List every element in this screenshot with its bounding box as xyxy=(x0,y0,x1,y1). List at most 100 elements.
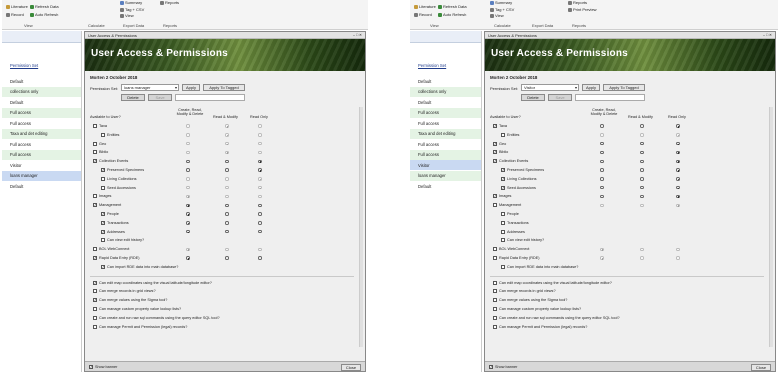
access-level-radio[interactable] xyxy=(225,256,229,260)
access-level-radio[interactable] xyxy=(225,177,229,181)
access-level-radio[interactable] xyxy=(225,150,229,155)
list-item[interactable]: Full access xyxy=(410,139,481,149)
access-level-radio[interactable] xyxy=(676,124,680,128)
list-item[interactable]: Full access xyxy=(410,118,481,128)
access-level-radio[interactable] xyxy=(258,124,262,128)
list-item[interactable]: Full access xyxy=(410,107,481,118)
access-level-radio[interactable] xyxy=(600,194,604,199)
access-level-radio[interactable] xyxy=(640,150,644,155)
access-level-radio[interactable] xyxy=(186,124,190,128)
module-checkbox[interactable] xyxy=(93,194,97,199)
access-level-radio[interactable] xyxy=(600,141,604,146)
access-level-radio[interactable] xyxy=(600,133,604,137)
access-level-radio[interactable] xyxy=(676,150,680,155)
access-level-radio[interactable] xyxy=(600,256,604,260)
literature-button[interactable]: Literature xyxy=(6,4,28,9)
option-checkbox[interactable] xyxy=(493,315,497,320)
access-level-radio[interactable] xyxy=(676,185,680,190)
access-level-radio[interactable] xyxy=(600,185,604,190)
module-checkbox[interactable] xyxy=(93,247,97,252)
module-checkbox[interactable] xyxy=(501,212,505,216)
access-level-radio[interactable] xyxy=(676,168,680,172)
option-checkbox[interactable] xyxy=(93,324,97,329)
option-checkbox[interactable] xyxy=(493,289,497,294)
record-button[interactable]: Record xyxy=(6,12,24,17)
access-level-radio[interactable] xyxy=(186,185,190,190)
access-level-radio[interactable] xyxy=(258,141,262,146)
module-checkbox[interactable]: ✓ xyxy=(501,168,505,172)
access-level-radio[interactable] xyxy=(225,247,229,252)
permission-set-name-input[interactable] xyxy=(575,94,645,101)
list-item[interactable]: Full access xyxy=(2,118,81,128)
access-level-radio[interactable] xyxy=(600,150,604,155)
list-item[interactable]: Default xyxy=(410,76,481,86)
print-preview-button[interactable]: Print Preview xyxy=(568,7,597,12)
access-level-radio[interactable] xyxy=(676,194,680,199)
option-checkbox[interactable] xyxy=(93,289,97,294)
access-level-radio[interactable] xyxy=(600,247,604,252)
list-item[interactable]: Default xyxy=(410,97,481,107)
module-checkbox[interactable] xyxy=(501,229,505,234)
module-checkbox[interactable]: ✓ xyxy=(93,203,97,208)
module-checkbox[interactable]: ✓ xyxy=(93,256,97,260)
module-checkbox[interactable] xyxy=(501,264,505,269)
access-level-radio[interactable] xyxy=(640,177,644,181)
access-level-radio[interactable] xyxy=(600,203,604,208)
module-checkbox[interactable] xyxy=(101,238,105,243)
option-checkbox[interactable] xyxy=(493,280,497,285)
access-level-radio[interactable] xyxy=(640,247,644,252)
access-level-radio[interactable] xyxy=(225,221,229,225)
list-item[interactable]: Default xyxy=(410,181,481,191)
permission-set-column-header[interactable]: Permission Set xyxy=(10,63,38,68)
list-item[interactable]: collections only xyxy=(2,86,81,97)
close-button[interactable]: Close xyxy=(751,363,771,371)
access-level-radio[interactable] xyxy=(676,159,680,164)
refresh-data-button[interactable]: Refresh Data xyxy=(438,4,467,9)
auto-refresh-button[interactable]: Auto Refresh xyxy=(30,12,58,17)
access-level-radio[interactable] xyxy=(225,168,229,172)
module-checkbox[interactable]: ✓ xyxy=(101,264,105,269)
list-item[interactable]: loans manager xyxy=(2,170,81,181)
refresh-data-button[interactable]: Refresh Data xyxy=(30,4,59,9)
show-banner-checkbox[interactable]: ✓ xyxy=(489,365,493,369)
auto-refresh-button[interactable]: Auto Refresh xyxy=(438,12,466,17)
access-level-radio[interactable] xyxy=(640,124,644,128)
module-checkbox[interactable]: ✓ xyxy=(101,168,105,172)
option-checkbox[interactable] xyxy=(493,324,497,329)
access-level-radio[interactable] xyxy=(640,141,644,146)
apply-to-tagged-button[interactable]: Apply To Tagged xyxy=(203,84,245,91)
module-checkbox[interactable] xyxy=(501,132,505,137)
view-button[interactable]: View xyxy=(120,13,134,18)
vertical-scrollbar[interactable] xyxy=(359,107,363,347)
access-level-radio[interactable] xyxy=(640,133,644,137)
module-checkbox[interactable]: ✓ xyxy=(493,124,497,128)
access-level-radio[interactable] xyxy=(186,203,190,208)
list-item[interactable]: Visitor xyxy=(410,160,481,170)
access-level-radio[interactable] xyxy=(676,203,680,208)
access-level-radio[interactable] xyxy=(600,168,604,172)
list-item[interactable]: Default xyxy=(2,76,81,86)
module-checkbox[interactable] xyxy=(493,247,497,252)
option-checkbox[interactable] xyxy=(93,307,97,311)
module-checkbox[interactable] xyxy=(101,185,105,190)
module-checkbox[interactable] xyxy=(93,150,97,155)
access-level-radio[interactable] xyxy=(186,159,190,164)
access-level-radio[interactable] xyxy=(258,168,262,172)
access-level-radio[interactable] xyxy=(186,256,190,260)
access-level-radio[interactable] xyxy=(640,159,644,164)
delete-button[interactable]: Delete xyxy=(121,94,145,101)
module-checkbox[interactable]: ✓ xyxy=(93,159,97,164)
module-checkbox[interactable]: ✓ xyxy=(501,176,505,181)
module-checkbox[interactable]: ✓ xyxy=(501,185,505,190)
access-level-radio[interactable] xyxy=(600,159,604,164)
access-level-radio[interactable] xyxy=(258,185,262,190)
permission-set-name-input[interactable] xyxy=(175,94,245,101)
access-level-radio[interactable] xyxy=(258,159,262,164)
access-level-radio[interactable] xyxy=(676,141,680,146)
access-level-radio[interactable] xyxy=(186,168,190,172)
access-level-radio[interactable] xyxy=(258,229,262,234)
access-level-radio[interactable] xyxy=(258,203,262,208)
list-item[interactable]: loans manager xyxy=(410,170,481,181)
record-button[interactable]: Record xyxy=(414,12,432,17)
module-checkbox[interactable] xyxy=(501,220,505,225)
